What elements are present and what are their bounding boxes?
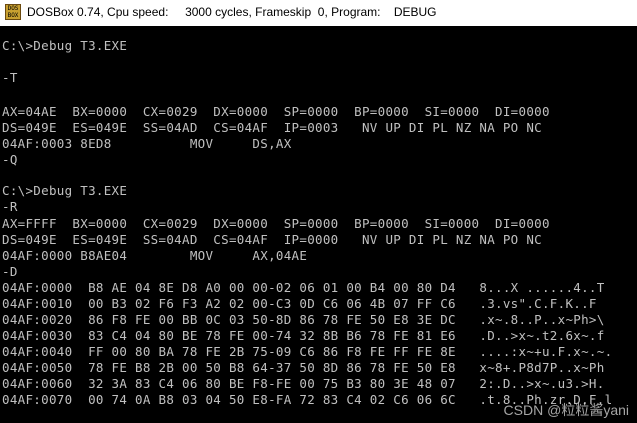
console-line: AX=04AE BX=0000 CX=0029 DX=0000 SP=0000 … [2, 104, 550, 119]
console-line: 04AF:0003 8ED8 MOV DS,AX [2, 136, 292, 151]
dump-row: 04AF:0030 83 C4 04 80 BE 78 FE 00-74 32 … [2, 328, 605, 343]
console-line: DS=049E ES=049E SS=04AD CS=04AF IP=0000 … [2, 232, 542, 247]
dosbox-app-icon[interactable]: DOS BOX [5, 4, 21, 20]
dump-row: 04AF:0040 FF 00 80 BA 78 FE 2B 75-09 C6 … [2, 344, 613, 359]
console-line: AX=FFFF BX=0000 CX=0029 DX=0000 SP=0000 … [2, 216, 550, 231]
dump-row: 04AF:0050 78 FE B8 2B 00 50 B8 64-37 50 … [2, 360, 605, 375]
dosbox-window: DOS BOX DOSBox 0.74, Cpu speed: 3000 cyc… [0, 0, 637, 423]
console-line: 04AF:0000 B8AE04 MOV AX,04AE [2, 248, 308, 263]
dump-row: 04AF:0060 32 3A 83 C4 06 80 BE F8-FE 00 … [2, 376, 605, 391]
dump-row: 04AF:0010 00 B3 02 F6 F3 A2 02 00-C3 0D … [2, 296, 597, 311]
console-line: C:\>Debug T3.EXE [2, 38, 128, 53]
console-line: -Q [2, 152, 18, 167]
console-line: -D [2, 264, 18, 279]
console-line: C:\>Debug T3.EXE [2, 183, 128, 198]
dump-row: 04AF:0000 B8 AE 04 8E D8 A0 00 00-02 06 … [2, 280, 605, 295]
console-line: DS=049E ES=049E SS=04AD CS=04AF IP=0003 … [2, 120, 542, 135]
title-bar[interactable]: DOS BOX DOSBox 0.74, Cpu speed: 3000 cyc… [0, 0, 637, 26]
console-line: -R [2, 199, 18, 214]
csdn-watermark: CSDN @粒粒酱yani [503, 402, 629, 418]
window-title: DOSBox 0.74, Cpu speed: 3000 cycles, Fra… [27, 5, 437, 19]
dump-row: 04AF:0020 86 F8 FE 00 BB 0C 03 50-8D 86 … [2, 312, 605, 327]
console-output[interactable]: C:\>Debug T3.EXE -T AX=04AE BX=0000 CX=0… [0, 32, 637, 423]
console-line: -T [2, 70, 18, 85]
